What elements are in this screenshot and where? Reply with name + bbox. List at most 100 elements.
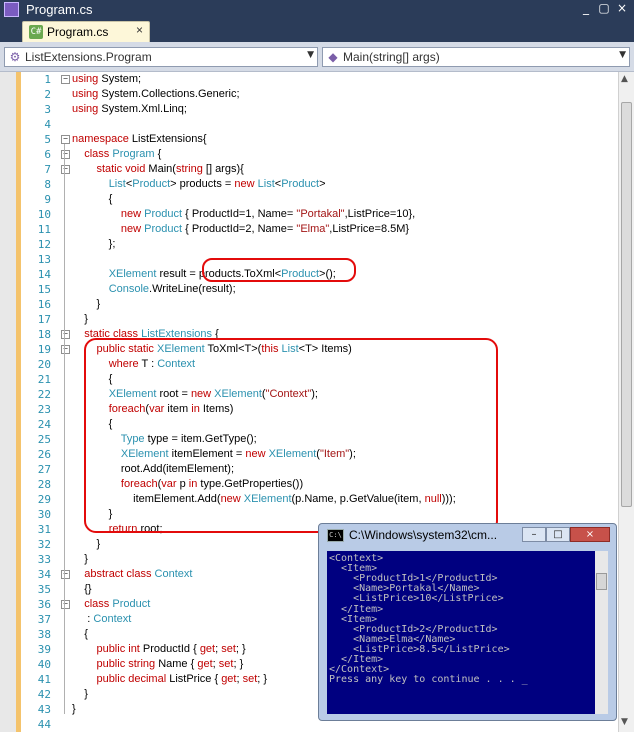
minimize-icon[interactable]: _	[579, 1, 593, 15]
line-number: 4	[44, 118, 51, 131]
class-combo[interactable]: ⚙ ListExtensions.Program ▼	[4, 47, 318, 67]
line-number: 6	[44, 148, 51, 161]
line-number: 10	[37, 208, 51, 221]
scroll-up-icon[interactable]: ▲	[621, 74, 628, 84]
console-minimize-button[interactable]: –	[522, 527, 546, 542]
code-token: ; }	[233, 658, 244, 670]
code-line[interactable]: public decimal ListPrice { get; set; }	[72, 672, 267, 687]
console-maximize-button[interactable]: □	[546, 527, 570, 542]
fold-toggle-icon[interactable]: −	[61, 330, 70, 339]
fold-toggle-icon[interactable]: −	[61, 150, 70, 159]
fold-toggle-icon[interactable]: −	[61, 345, 70, 354]
tab-program-cs[interactable]: C# Program.cs ×	[22, 21, 150, 42]
code-line[interactable]: new Product { ProductId=2, Name= "Elma",…	[72, 222, 409, 237]
console-line: Press any key to continue . . . _	[329, 674, 528, 686]
code-token: set	[218, 658, 234, 670]
console-scrollbar[interactable]	[595, 551, 608, 714]
code-line[interactable]: }	[72, 552, 88, 567]
console-line: </Item>	[329, 603, 384, 615]
code-token: Context	[90, 613, 132, 625]
fold-toggle-icon[interactable]: −	[61, 75, 70, 84]
console-icon: C:\	[327, 529, 344, 542]
code-line[interactable]: }	[72, 687, 88, 702]
code-token: Program	[109, 148, 155, 160]
visual-studio-icon	[4, 2, 19, 17]
code-token: Name {	[155, 658, 198, 670]
member-combo[interactable]: ◆ Main(string[] args) ▼	[322, 47, 630, 67]
line-number: 44	[37, 718, 51, 731]
code-line[interactable]: {	[72, 192, 113, 207]
code-token: {}	[72, 583, 92, 595]
fold-toggle-icon[interactable]: −	[61, 135, 70, 144]
code-token: public int	[96, 643, 140, 655]
code-line[interactable]: }	[72, 702, 76, 717]
code-token: }	[72, 688, 88, 700]
fold-toggle-icon[interactable]: −	[61, 600, 70, 609]
code-line[interactable]: public int ProductId { get; set; }	[72, 642, 245, 657]
line-number: 16	[37, 298, 51, 311]
line-number: 12	[37, 238, 51, 251]
console-close-button[interactable]: ×	[570, 527, 610, 542]
code-token: "Portakal"	[293, 208, 345, 220]
code-line[interactable]: using System.Xml.Linq;	[72, 102, 187, 117]
code-line[interactable]: class Product	[72, 597, 150, 612]
code-token: Product	[141, 208, 183, 220]
code-token: get	[199, 643, 216, 655]
chevron-down-icon[interactable]: ▼	[307, 50, 314, 60]
code-token: ; }	[257, 673, 268, 685]
tab-close-icon[interactable]: ×	[136, 23, 143, 37]
code-token: ProductId {	[139, 643, 200, 655]
console-window[interactable]: C:\ C:\Windows\system32\cm... – □ × <Con…	[318, 523, 617, 721]
code-token: }	[72, 313, 88, 325]
scrollbar-thumb[interactable]	[621, 102, 632, 507]
code-line[interactable]: };	[72, 237, 116, 252]
console-scrollbar-thumb[interactable]	[596, 573, 607, 590]
console-title-bar[interactable]: C:\ C:\Windows\system32\cm... – □ ×	[319, 524, 616, 546]
line-number: 21	[37, 373, 51, 386]
code-line[interactable]: using System.Collections.Generic;	[72, 87, 240, 102]
console-output[interactable]: <Context> <Item> <ProductId>1</ProductId…	[327, 551, 595, 714]
code-line[interactable]: Console.WriteLine(result);	[72, 282, 236, 297]
code-line[interactable]: class Program {	[72, 147, 161, 162]
code-line[interactable]: }	[72, 537, 100, 552]
code-line[interactable]: using System;	[72, 72, 141, 87]
line-number: 36	[37, 598, 51, 611]
code-token: {	[72, 628, 88, 640]
navigation-bar: ⚙ ListExtensions.Program ▼ ◆ Main(string…	[0, 42, 634, 72]
code-token: ListPrice {	[166, 673, 222, 685]
code-line[interactable]: abstract class Context	[72, 567, 192, 582]
line-number: 11	[37, 223, 51, 236]
code-line[interactable]: {}	[72, 582, 92, 597]
code-line[interactable]: }	[72, 297, 100, 312]
code-line[interactable]: new Product { ProductId=1, Name= "Portak…	[72, 207, 415, 222]
code-line[interactable]: List<Product> products = new List<Produc…	[72, 177, 326, 192]
fold-toggle-icon[interactable]: −	[61, 165, 70, 174]
line-number: 2	[44, 88, 51, 101]
code-token: get	[221, 673, 237, 685]
maximize-icon[interactable]: ▢	[597, 1, 611, 15]
close-icon[interactable]: ×	[615, 1, 629, 15]
vertical-scrollbar[interactable]: ▲ ▼	[618, 72, 634, 732]
line-number: 9	[44, 193, 51, 206]
code-line[interactable]: public string Name { get; set; }	[72, 657, 243, 672]
code-token: Product	[141, 223, 183, 235]
scroll-down-icon[interactable]: ▼	[621, 717, 628, 727]
csharp-file-icon: C#	[29, 25, 43, 39]
fold-toggle-icon[interactable]: −	[61, 570, 70, 579]
line-number: 15	[37, 283, 51, 296]
code-line[interactable]: static void Main(string [] args){	[72, 162, 243, 177]
code-token: ,ListPrice=10},	[344, 208, 416, 220]
code-line[interactable]: {	[72, 627, 88, 642]
line-number: 14	[37, 268, 51, 281]
code-line[interactable]: }	[72, 312, 88, 327]
chevron-down-icon[interactable]: ▼	[619, 50, 626, 60]
code-line[interactable]: namespace ListExtensions{	[72, 132, 207, 147]
line-number: 43	[37, 703, 51, 716]
code-line[interactable]: : Context	[72, 612, 131, 627]
code-token: List	[254, 178, 275, 190]
code-token: { ProductId=1, Name=	[182, 208, 294, 220]
